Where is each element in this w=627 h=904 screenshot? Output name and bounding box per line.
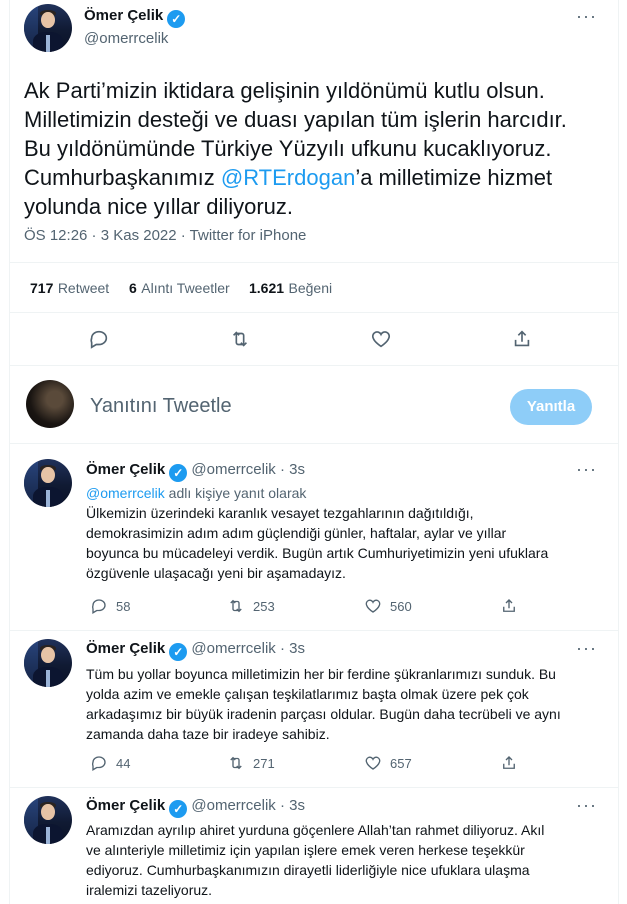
reply-retweet-action[interactable]: 271: [227, 754, 275, 772]
like-icon: [365, 599, 381, 613]
tweet-thread: Ömer Çelik ✓ @omerrcelik ··· Ak Parti’miz…: [9, 0, 619, 904]
quotes-label: Alıntı Tweetler: [141, 280, 230, 296]
reply-count: 44: [116, 755, 131, 771]
reply-avatar[interactable]: [24, 796, 72, 844]
retweet-icon[interactable]: [229, 328, 251, 350]
mention-link[interactable]: @RTErdogan: [221, 165, 355, 190]
like-count: 657: [390, 755, 412, 771]
replying-to-handle[interactable]: @omerrcelik: [86, 485, 165, 501]
retweets-stat[interactable]: 717 Retweet: [30, 280, 109, 298]
divider: [10, 262, 618, 263]
reply-reply-action[interactable]: 44: [90, 754, 130, 772]
more-icon[interactable]: ···: [576, 459, 597, 480]
tweet-text: Ak Parti’mizin iktidara gelişinin yıldön…: [24, 76, 614, 221]
reply-compose-input[interactable]: Yanıtını Tweetle: [90, 395, 232, 418]
verified-badge-icon: ✓: [167, 10, 186, 28]
reply-icon: [91, 756, 106, 771]
author-name[interactable]: Ömer Çelik: [84, 7, 163, 24]
tweet-timestamp[interactable]: ÖS 12:26 · 3 Kas 2022 · Twitter for iPho…: [24, 227, 306, 244]
reply-author-handle[interactable]: @omerrcelik: [191, 797, 275, 814]
reply-time[interactable]: · 3s: [280, 797, 305, 814]
reply-like-action[interactable]: 560: [364, 597, 412, 615]
retweet-count: 271: [253, 755, 275, 771]
likes-stat[interactable]: 1.621 Beğeni: [249, 280, 332, 298]
likes-count: 1.621: [249, 280, 285, 296]
reply-text: Tüm bu yollar boyunca milletimizin her b…: [86, 666, 561, 742]
reply-reply-action[interactable]: 58: [90, 597, 130, 615]
more-icon[interactable]: ···: [576, 638, 597, 659]
reply-author-name[interactable]: Ömer Çelik: [86, 640, 165, 657]
reply-text: Ülkemizin üzerindeki karanlık vesayet te…: [86, 505, 549, 581]
reply-like-action[interactable]: 657: [364, 754, 412, 772]
reply-author-name[interactable]: Ömer Çelik: [86, 797, 165, 814]
share-icon[interactable]: [511, 328, 533, 350]
like-icon[interactable]: [370, 328, 392, 350]
verified-badge-icon: ✓: [169, 643, 188, 661]
reply-icon[interactable]: [88, 328, 110, 350]
reply-author-name[interactable]: Ömer Çelik: [86, 461, 165, 478]
more-icon[interactable]: ···: [576, 6, 597, 27]
reply-time[interactable]: · 3s: [280, 640, 305, 657]
likes-label: Beğeni: [288, 280, 333, 296]
replying-to-label: adlı kişiye yanıt olarak: [164, 485, 307, 501]
divider: [10, 365, 618, 366]
reply-button[interactable]: Yanıtla: [510, 389, 592, 425]
reply-retweet-action[interactable]: 253: [227, 597, 275, 615]
retweets-count: 717: [30, 280, 54, 296]
retweet-icon: [230, 756, 242, 770]
verified-badge-icon: ✓: [169, 800, 188, 818]
reply-count: 58: [116, 598, 131, 614]
like-icon: [365, 756, 381, 770]
verified-badge-icon: ✓: [169, 464, 188, 482]
divider: [10, 787, 618, 788]
reply-text: Aramızdan ayrılıp ahiret yurduna göçenle…: [86, 822, 545, 898]
reply-time[interactable]: · 3s: [280, 461, 305, 478]
retweet-count: 253: [253, 598, 275, 614]
quotes-stat[interactable]: 6 Alıntı Tweetler: [129, 280, 230, 298]
reply-author-handle[interactable]: @omerrcelik: [191, 461, 275, 478]
divider: [10, 312, 618, 313]
replying-to: @omerrcelik adlı kişiye yanıt olarak: [86, 485, 306, 501]
share-icon[interactable]: [500, 754, 518, 772]
like-count: 560: [390, 598, 412, 614]
quotes-count: 6: [129, 280, 137, 296]
reply-header: Ömer Çelik ✓ @omerrcelik · 3s: [86, 797, 305, 818]
retweets-label: Retweet: [57, 280, 110, 296]
author-name-row[interactable]: Ömer Çelik ✓: [84, 7, 186, 28]
reply-author-handle[interactable]: @omerrcelik: [191, 640, 275, 657]
more-icon[interactable]: ···: [576, 795, 597, 816]
divider: [10, 630, 618, 631]
reply-header: Ömer Çelik ✓ @omerrcelik · 3s: [86, 461, 305, 482]
reply-avatar[interactable]: [24, 639, 72, 687]
reply-avatar[interactable]: [24, 459, 72, 507]
current-user-avatar[interactable]: [26, 380, 74, 428]
reply-icon: [91, 599, 106, 614]
author-avatar[interactable]: [24, 4, 72, 52]
author-handle[interactable]: @omerrcelik: [84, 30, 168, 47]
divider: [10, 443, 618, 444]
retweet-icon: [230, 599, 242, 613]
reply-header: Ömer Çelik ✓ @omerrcelik · 3s: [86, 640, 305, 661]
share-icon[interactable]: [500, 597, 518, 615]
